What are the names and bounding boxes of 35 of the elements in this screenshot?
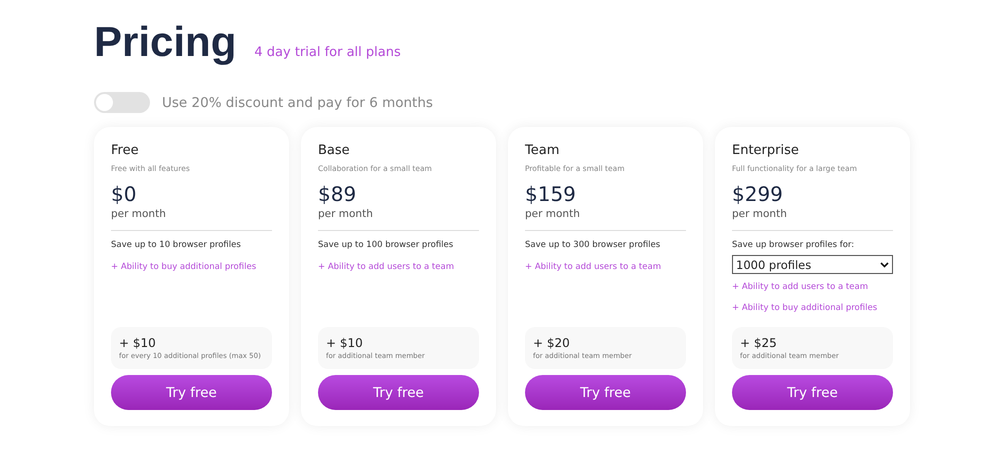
page-title: Pricing (94, 18, 236, 66)
addon-price: + $25 (740, 336, 778, 350)
price-period: per month (111, 208, 167, 220)
try-free-button[interactable]: Try free (318, 375, 479, 410)
addon-price: + $20 (533, 336, 571, 350)
profile-limit: Save up to 100 browser profiles (318, 240, 454, 250)
try-free-button[interactable]: Try free (732, 375, 893, 410)
plan-name: Base (318, 143, 351, 158)
plan-name: Enterprise (732, 143, 800, 158)
feature-text: + Ability to add users to a team (732, 282, 869, 292)
discount-toggle[interactable] (94, 92, 150, 113)
feature-text: + Ability to buy additional profiles (111, 262, 258, 272)
plan-price: $0 (111, 182, 138, 206)
price-period: per month (525, 208, 581, 220)
plan-price: $299 (732, 182, 784, 206)
addon-price: + $10 (326, 336, 364, 350)
price-period: per month (732, 208, 788, 220)
feature-text: + Ability to add users to a team (525, 262, 662, 272)
feature-text: + Ability to buy additional profiles (732, 303, 878, 313)
try-free-button[interactable]: Try free (111, 375, 272, 410)
price-period: per month (318, 208, 374, 220)
profiles-select[interactable]: 1000 profiles (732, 255, 893, 274)
trial-note: 4 day trial for all plans (254, 45, 401, 60)
profile-limit: Save up to 300 browser profiles (525, 240, 662, 250)
profile-limit: Save up to 10 browser profiles (111, 240, 242, 250)
plan-name: Free (111, 143, 140, 158)
toggle-label: Use 20% discount and pay for 6 months (162, 94, 433, 110)
plan-price: $159 (525, 182, 577, 206)
chevron-down-icon (880, 262, 889, 268)
profile-limit: Save up browser profiles for: (732, 240, 856, 250)
feature-text: + Ability to add users to a team (318, 262, 455, 272)
plan-name: Team (525, 143, 560, 158)
plan-price: $89 (318, 182, 358, 206)
try-free-button[interactable]: Try free (525, 375, 686, 410)
addon-price: + $10 (119, 336, 157, 350)
